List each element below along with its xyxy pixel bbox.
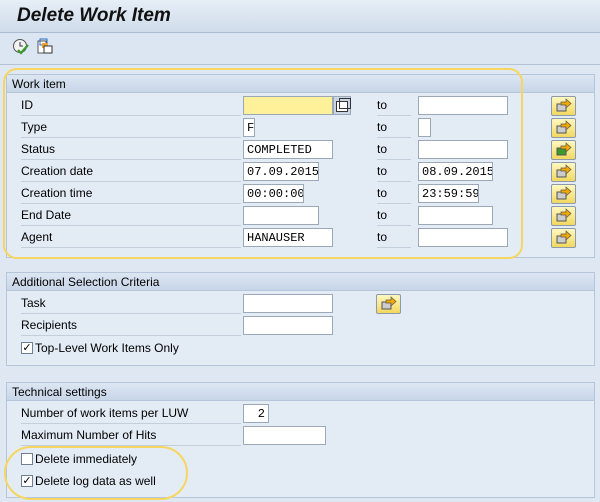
title-bar: Delete Work Item xyxy=(0,0,600,33)
technical-settings-group: Technical settings Number of work items … xyxy=(6,382,595,498)
copy-icon-back xyxy=(339,98,351,109)
max-hits-label: Maximum Number of Hits xyxy=(21,425,241,446)
end-date-label: End Date xyxy=(21,205,241,226)
delete-immediately-checkbox[interactable] xyxy=(21,453,33,465)
page-title: Delete Work Item xyxy=(17,5,171,26)
top-level-checkbox[interactable]: ✓ xyxy=(21,342,33,354)
multiple-selection-arrow-icon xyxy=(556,164,572,178)
delete-immediately-label: Delete immediately xyxy=(35,452,138,466)
end-date-to-input[interactable] xyxy=(418,206,493,225)
type-multiple-selection-button[interactable] xyxy=(551,118,576,138)
id-to-label: to xyxy=(377,95,411,116)
copy-variant-icon[interactable] xyxy=(36,38,54,56)
creation-time-to-input[interactable]: 23:59:59 xyxy=(418,184,479,203)
task-input[interactable] xyxy=(243,294,333,313)
end-date-multiple-selection-button[interactable] xyxy=(551,206,576,226)
work-item-group: Work item ID to Type Fto Status COMPLETED to Cr… xyxy=(6,74,595,258)
multiple-selection-arrow-icon xyxy=(556,230,572,244)
multiple-selection-arrow-icon xyxy=(556,208,572,222)
multiple-values-button[interactable] xyxy=(333,96,351,115)
id-label: ID xyxy=(21,95,241,116)
execute-clock-check-icon[interactable] xyxy=(12,38,30,56)
top-level-label: Top-Level Work Items Only xyxy=(35,341,179,355)
creation-date-to-label: to xyxy=(377,161,411,182)
id-to-input[interactable] xyxy=(418,96,508,115)
id-from-input[interactable] xyxy=(243,96,333,115)
multiple-selection-arrow-icon xyxy=(556,98,572,112)
luw-label: Number of work items per LUW xyxy=(21,403,241,424)
agent-to-label: to xyxy=(377,227,411,248)
type-to-input[interactable] xyxy=(418,118,431,137)
toolbar xyxy=(0,33,600,65)
creation-date-label: Creation date xyxy=(21,161,241,182)
multiple-selection-arrow-icon xyxy=(556,120,572,134)
type-to-label: to xyxy=(377,117,411,138)
creation-time-from-input[interactable]: 00:00:00 xyxy=(243,184,304,203)
end-date-to-label: to xyxy=(377,205,411,226)
task-label: Task xyxy=(21,293,241,314)
delete-log-checkbox[interactable]: ✓ xyxy=(21,475,33,487)
type-from-input[interactable]: F xyxy=(243,118,255,137)
status-to-input[interactable] xyxy=(418,140,508,159)
id-multiple-selection-button[interactable] xyxy=(551,96,576,116)
agent-from-input[interactable]: HANAUSER xyxy=(243,228,333,247)
creation-date-multiple-selection-button[interactable] xyxy=(551,162,576,182)
multiple-selection-arrow-icon xyxy=(381,296,397,310)
multiple-selection-arrow-icon xyxy=(556,142,572,156)
agent-label: Agent xyxy=(21,227,241,248)
status-multiple-selection-button[interactable] xyxy=(551,140,576,160)
status-from-input[interactable]: COMPLETED xyxy=(243,140,333,159)
creation-time-multiple-selection-button[interactable] xyxy=(551,184,576,204)
additional-criteria-group: Additional Selection Criteria Task Recip… xyxy=(6,272,595,366)
multiple-selection-arrow-icon xyxy=(556,186,572,200)
work-item-heading: Work item xyxy=(7,75,594,93)
luw-input[interactable]: 2 xyxy=(243,404,269,423)
agent-multiple-selection-button[interactable] xyxy=(551,228,576,248)
end-date-from-input[interactable] xyxy=(243,206,319,225)
status-label: Status xyxy=(21,139,241,160)
creation-date-to-input[interactable]: 08.09.2015 xyxy=(418,162,493,181)
creation-time-to-label: to xyxy=(377,183,411,204)
creation-time-label: Creation time xyxy=(21,183,241,204)
type-label: Type xyxy=(21,117,241,138)
agent-to-input[interactable] xyxy=(418,228,508,247)
status-to-label: to xyxy=(377,139,411,160)
delete-log-label: Delete log data as well xyxy=(35,474,156,488)
max-hits-input[interactable] xyxy=(243,426,326,445)
technical-heading: Technical settings xyxy=(7,383,594,401)
recipients-input[interactable] xyxy=(243,316,333,335)
task-multiple-selection-button[interactable] xyxy=(376,294,401,314)
recipients-label: Recipients xyxy=(21,315,241,336)
additional-heading: Additional Selection Criteria xyxy=(7,273,594,291)
creation-date-from-input[interactable]: 07.09.2015 xyxy=(243,162,319,181)
